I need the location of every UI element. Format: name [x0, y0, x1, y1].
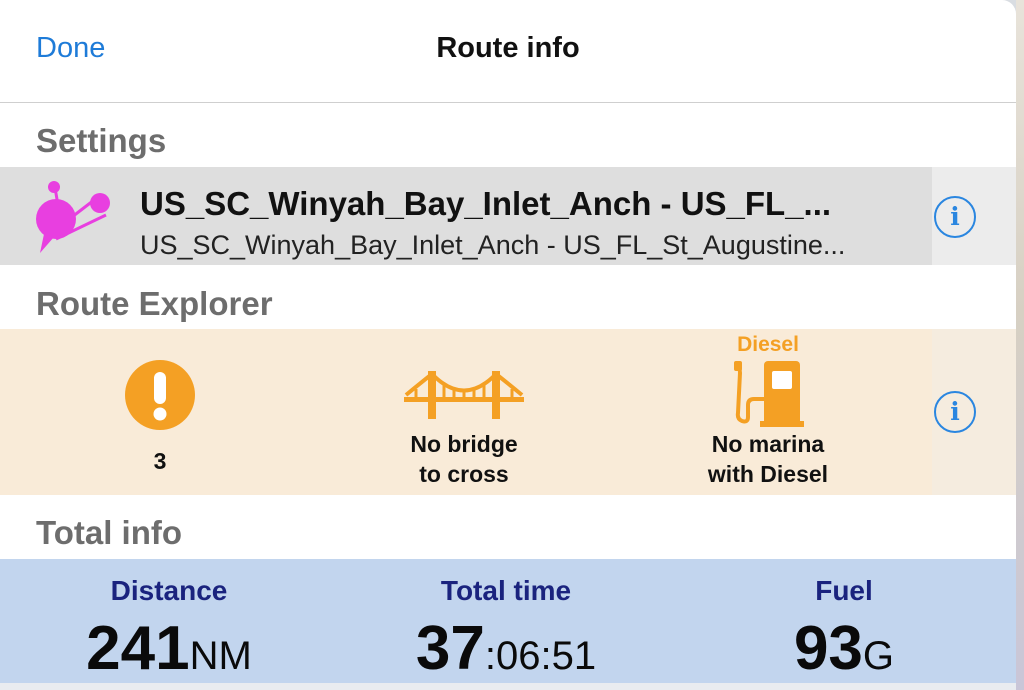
route-name: US_SC_Winyah_Bay_Inlet_Anch - US_FL_...: [140, 185, 832, 222]
bottom-divider: [0, 683, 1016, 690]
settings-info-icon[interactable]: i: [934, 196, 976, 238]
route-explorer-section-title: Route Explorer: [36, 285, 273, 322]
diesel-badge: Diesel: [737, 333, 799, 356]
fuel-label-line1: No marina: [711, 431, 825, 457]
route-subtitle: US_SC_Winyah_Bay_Inlet_Anch - US_FL_St_A…: [140, 230, 846, 260]
warnings-item[interactable]: 3: [90, 329, 230, 495]
route-explorer-row: 3 No bridge to cross Diesel No marina wi…: [0, 329, 1016, 495]
fuel-unit: G: [862, 634, 895, 678]
navigation-header: Done Route info: [0, 0, 1016, 103]
route-info-sheet: Done Route info Settings i US_SC_Winyah_…: [0, 0, 1016, 690]
distance-stat: Distance 241NM: [34, 559, 304, 690]
total-info-row: Distance 241NM Total time 37:06:51 Fuel …: [0, 559, 1016, 690]
route-waypoints-icon: [36, 181, 110, 253]
total-time-hours: 37: [415, 614, 485, 683]
total-info-section-title: Total info: [36, 514, 183, 551]
warning-icon: [125, 360, 195, 430]
fuel-value-group: 93G: [716, 613, 972, 684]
distance-label: Distance: [110, 575, 228, 606]
background-map-edge: [1016, 0, 1024, 690]
distance-value-group: 241NM: [34, 613, 304, 684]
total-time-minutes-seconds: :06:51: [484, 634, 597, 678]
bridge-icon: [404, 371, 524, 419]
bridges-label-line2: to cross: [419, 461, 509, 487]
bridges-item[interactable]: No bridge to cross: [374, 329, 554, 495]
fuel-pump-icon: [734, 361, 804, 427]
bridges-label-line1: No bridge: [410, 431, 518, 457]
fuel-label: Fuel: [815, 575, 873, 606]
warnings-count: 3: [153, 448, 167, 474]
page-title: Route info: [436, 32, 580, 64]
distance-value: 241: [86, 614, 190, 683]
settings-section-title: Settings: [36, 122, 167, 159]
total-time-stat: Total time 37:06:51: [356, 559, 656, 690]
total-time-value-group: 37:06:51: [356, 613, 656, 684]
total-time-label: Total time: [440, 575, 572, 606]
distance-unit: NM: [189, 634, 252, 678]
explorer-info-icon[interactable]: i: [934, 391, 976, 433]
fuel-label-line2: with Diesel: [707, 461, 829, 487]
fuel-value: 93: [793, 614, 863, 683]
fuel-stations-item[interactable]: Diesel No marina with Diesel: [678, 329, 858, 495]
fuel-stat: Fuel 93G: [716, 559, 972, 690]
